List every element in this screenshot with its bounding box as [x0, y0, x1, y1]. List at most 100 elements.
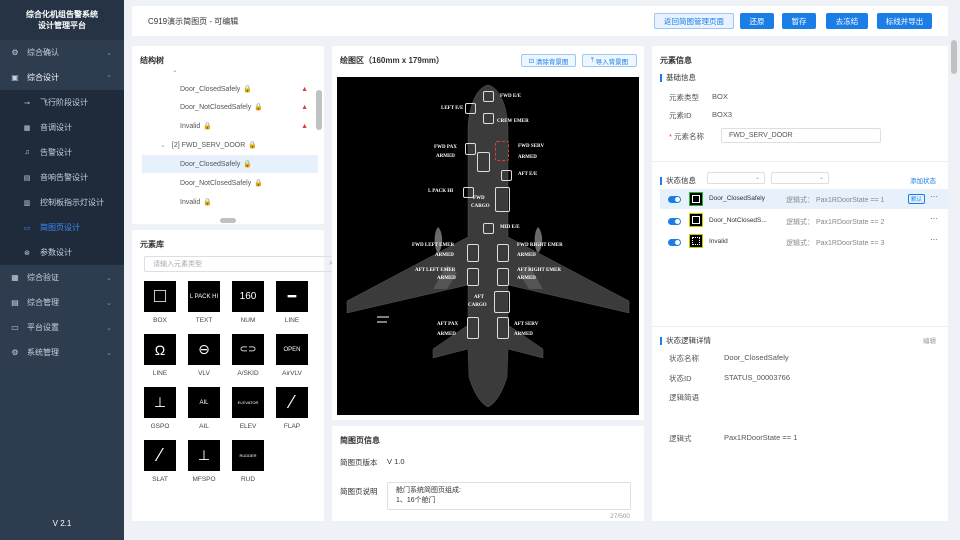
state-toggle[interactable]: [668, 239, 681, 246]
sidebar-item-param[interactable]: ⊛ 参数设计: [0, 240, 124, 265]
box-fwd-right-emer[interactable]: [497, 244, 509, 262]
element-tile-line-omega[interactable]: Ω LINE: [144, 334, 176, 377]
state-filter-select-2[interactable]: ⌄: [771, 172, 829, 184]
tree-scrollbar[interactable]: [316, 90, 322, 130]
add-state-link[interactable]: 添加状态: [910, 175, 936, 185]
element-tile-box[interactable]: □ BOX: [144, 281, 176, 324]
state-toggle[interactable]: [668, 196, 681, 203]
more-icon[interactable]: ⋯: [930, 214, 938, 223]
box-left-ee[interactable]: [465, 103, 476, 114]
state-filter-select-1[interactable]: ⌄: [707, 172, 765, 184]
box-aft-ee[interactable]: [501, 170, 512, 181]
box-aft-right-emer[interactable]: [497, 268, 509, 286]
save-button[interactable]: 暂存: [782, 13, 816, 29]
flap-icon: ⁄: [276, 387, 308, 418]
label-fwd-pax: FWD PAX: [434, 145, 457, 150]
restore-button[interactable]: 还原: [740, 13, 774, 29]
export-button[interactable]: 标线并导出: [877, 13, 932, 29]
nav-label: 综合设计: [27, 73, 59, 82]
nav-label: 综合确认: [27, 48, 59, 57]
state-preview-icon: [689, 234, 703, 248]
tree-row-label: Door_ClosedSafely: [180, 160, 241, 168]
element-tile-airvlv[interactable]: OPEN AirVLV: [276, 334, 308, 377]
sidebar-item-flight-phase[interactable]: ⊸ 飞行阶段设计: [0, 90, 124, 115]
more-icon[interactable]: ⋯: [930, 192, 938, 201]
return-button[interactable]: 返回简图管理页面: [654, 13, 734, 29]
element-tile-flap[interactable]: ⁄ FLAP: [276, 387, 308, 430]
element-tile-askid[interactable]: ⊂⊃ A/SKID: [232, 334, 264, 377]
aircraft-silhouette: [346, 84, 630, 408]
resize-handle[interactable]: [220, 218, 236, 223]
page-scrollbar[interactable]: [951, 40, 957, 74]
tree-row[interactable]: Door_ClosedSafely 🔒 ▲: [142, 80, 318, 98]
box-aft-cargo[interactable]: [494, 291, 510, 313]
element-name-input[interactable]: FWD_SERV_DOOR: [721, 128, 881, 143]
unfreeze-button[interactable]: 去冻结: [826, 13, 868, 29]
box-fwd-pax[interactable]: [477, 152, 490, 172]
element-tile-vlv[interactable]: ⊖ VLV: [188, 334, 220, 377]
nav-group-confirm[interactable]: ⚙ 综合确认 ⌄: [0, 40, 124, 65]
box-fwd-serv-selected[interactable]: [495, 141, 509, 161]
tree-row[interactable]: Invalid 🔒 ▲: [142, 117, 318, 135]
label-aft-ee: AFT E/E: [518, 172, 538, 177]
state-preview-icon: [689, 213, 703, 227]
label-fwd-left-emer: FWD LEFT EMER: [412, 243, 455, 248]
box-aft-pax[interactable]: [467, 317, 479, 339]
label-fwd-right-emer: FWD RIGHT EMER: [517, 243, 563, 248]
sidebar-item-tone[interactable]: ▦ 音调设计: [0, 115, 124, 140]
desc-label: 简图页说明: [340, 487, 378, 496]
more-icon[interactable]: ⋯: [930, 235, 938, 244]
element-tile-gspo[interactable]: ⊥ GSPO: [144, 387, 176, 430]
box-fwd-left-emer[interactable]: [467, 244, 479, 262]
box-fwd-pax-small[interactable]: [465, 143, 476, 155]
num-icon: 160: [232, 281, 264, 312]
nav-group-manage[interactable]: ▤ 综合管理 ⌄: [0, 290, 124, 315]
lock-icon: 🔒: [243, 161, 253, 168]
element-tile-elev[interactable]: ELEVATOR ELEV: [232, 387, 264, 430]
tree-row[interactable]: Door_NotClosedSafely 🔒 ▲: [142, 98, 318, 116]
sub-label: 音调设计: [40, 123, 72, 132]
box-fwd-ee[interactable]: [483, 91, 494, 102]
lock-icon: 🔒: [254, 104, 263, 111]
nav-group-system[interactable]: ⚙ 系统管理 ⌄: [0, 340, 124, 365]
element-search-input[interactable]: 请输入元素类型⌕: [144, 256, 340, 272]
edit-link[interactable]: 编辑: [923, 335, 936, 345]
nav-group-design[interactable]: ▣ 综合设计 ⌃: [0, 65, 124, 90]
desc-line: 舱门系统简图页组成:: [396, 487, 461, 494]
element-tile-text[interactable]: L PACK HI TEXT: [188, 281, 220, 324]
drawing-canvas[interactable]: FWD E/E LEFT E/E CREW EMER FWD PAX ARMED…: [337, 77, 639, 415]
description-textarea[interactable]: 舱门系统简图页组成: 1、16个舱门: [387, 482, 631, 510]
panel-icon: ▥: [23, 199, 31, 207]
box-crew-emer[interactable]: [483, 113, 494, 124]
box-aft-serv[interactable]: [497, 317, 509, 339]
tree-row[interactable]: Invalid 🔒: [142, 193, 318, 211]
box-mid-ee[interactable]: [483, 223, 494, 234]
box-aft-left-emer[interactable]: [467, 268, 479, 286]
sidebar-item-indicator[interactable]: ▥ 控制板指示灯设计: [0, 190, 124, 215]
rud-icon: RUDDER: [232, 440, 264, 471]
sidebar-item-alert[interactable]: ♫ 告警设计: [0, 140, 124, 165]
element-tile-num[interactable]: 160 NUM: [232, 281, 264, 324]
element-tile-slat[interactable]: ⁄ SLAT: [144, 440, 176, 483]
clear-background-button[interactable]: ⊡ 清除背景图: [521, 54, 576, 67]
sidebar-item-audio-alert[interactable]: ▤ 音响告警设计: [0, 165, 124, 190]
nav-group-platform[interactable]: ▭ 平台设置 ⌄: [0, 315, 124, 340]
element-tile-line[interactable]: ━ LINE: [276, 281, 308, 324]
import-background-button[interactable]: ⤒ 导入背景图: [582, 54, 637, 67]
element-tile-label: AirVLV: [282, 370, 302, 377]
tree-row-selected[interactable]: Door_ClosedSafely 🔒: [142, 155, 318, 173]
heading-text: 状态信息: [666, 176, 696, 185]
state-toggle[interactable]: [668, 218, 681, 225]
element-tile-mfspo[interactable]: ⊥ MFSPO: [188, 440, 220, 483]
state-logic: 逻辑式： Pax1RDoorState == 3: [786, 240, 885, 247]
tree-row-fwd-serv-door[interactable]: ⌄ [2] FWD_SERV_DOOR 🔒: [142, 136, 318, 154]
chevron-down-icon: ⌄: [818, 175, 824, 181]
element-tile-label: VLV: [198, 370, 210, 377]
nav-group-verify[interactable]: ▦ 综合验证 ⌄: [0, 265, 124, 290]
box-fwd-cargo[interactable]: [495, 187, 510, 212]
tree-row[interactable]: Door_NotClosedSafely 🔒: [142, 174, 318, 192]
chevron-down-icon: ⌄: [106, 324, 112, 332]
element-tile-rud[interactable]: RUDDER RUD: [232, 440, 264, 483]
element-tile-ail[interactable]: AIL AIL: [188, 387, 220, 430]
sidebar-item-synoptic[interactable]: ▭ 简图页设计: [0, 215, 124, 240]
